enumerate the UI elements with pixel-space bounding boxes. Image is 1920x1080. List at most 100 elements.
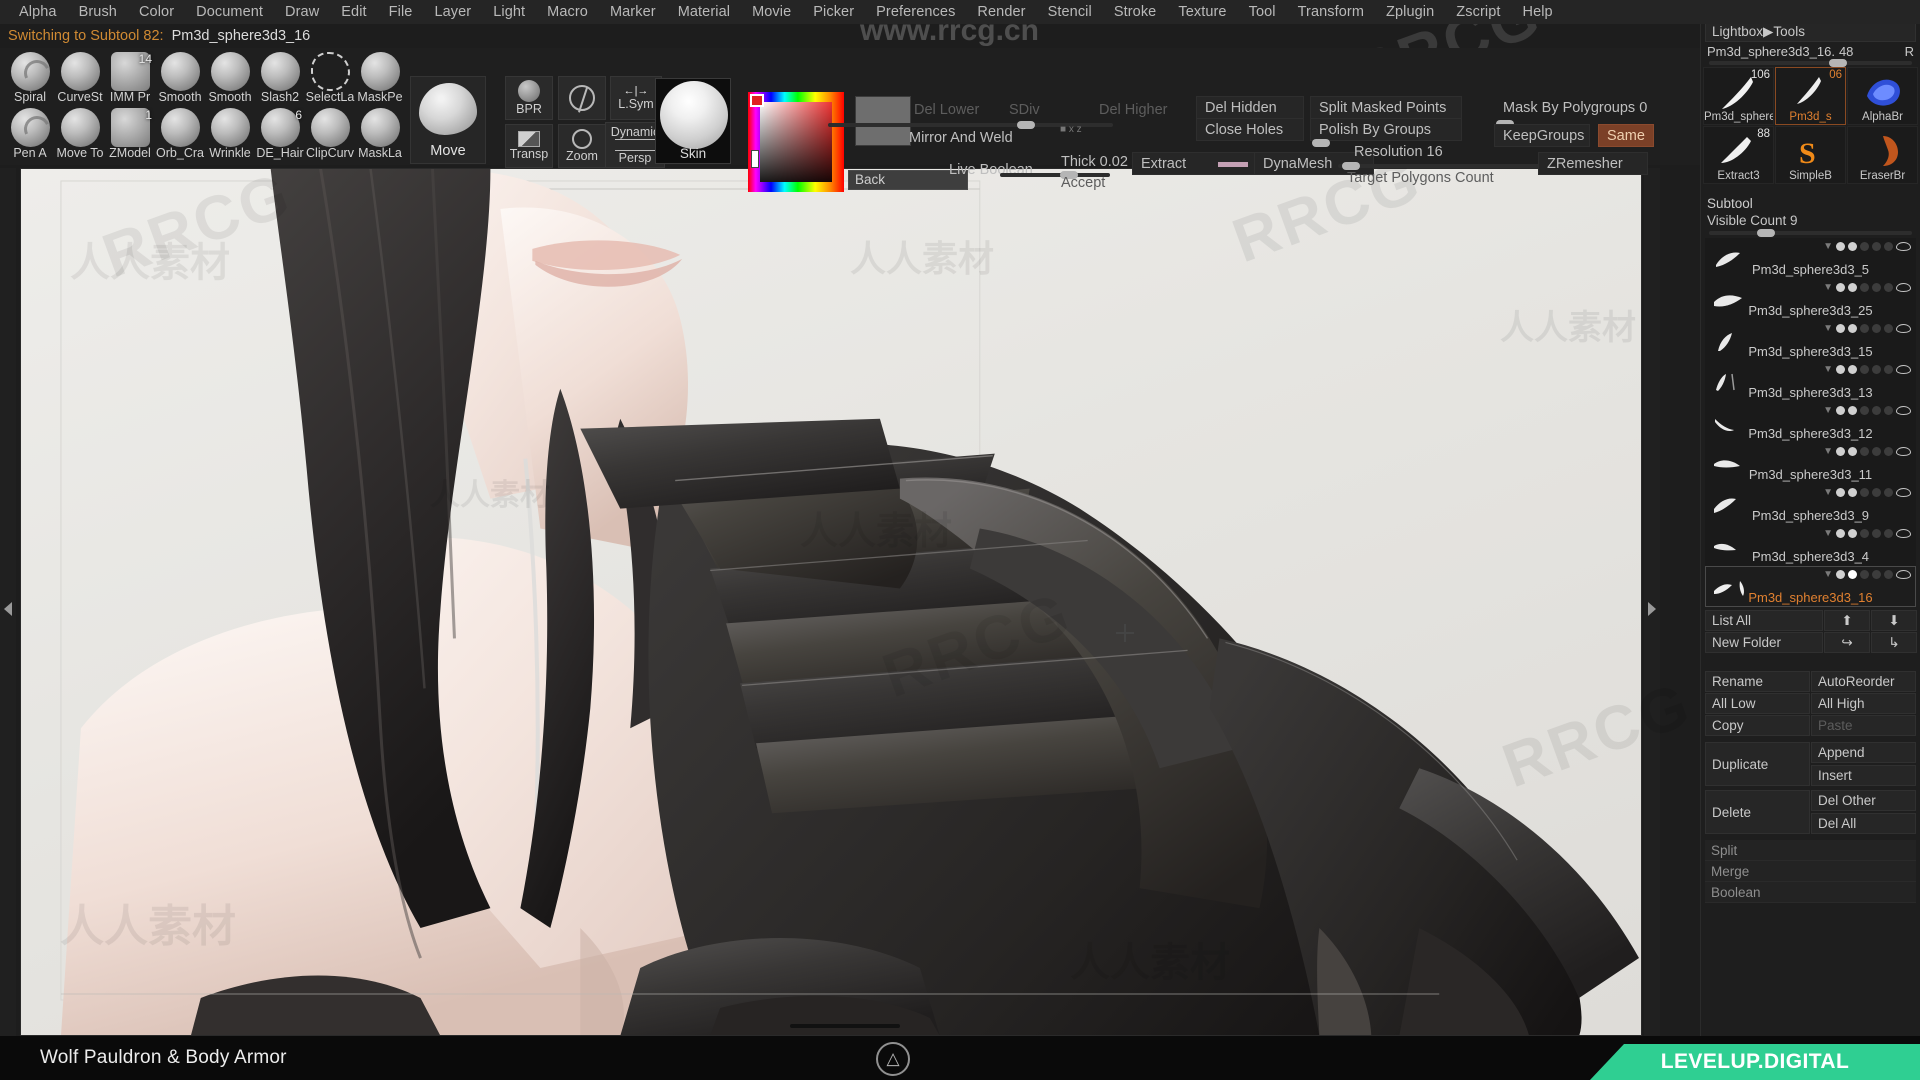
visible-count-slider-track[interactable] — [1709, 229, 1912, 237]
eye-visibility-icon[interactable] — [1896, 324, 1911, 333]
move-down-button[interactable]: ⬇ — [1871, 610, 1917, 631]
subtool-icon-row[interactable]: ▼ — [1823, 569, 1911, 580]
del-higher-button[interactable]: Del Higher — [1090, 98, 1177, 121]
tool-eraserbrush[interactable]: EraserBr — [1847, 126, 1918, 184]
move-into-folder-button[interactable]: ↪ — [1824, 632, 1870, 653]
menu-item-render[interactable]: Render — [966, 1, 1036, 23]
subtool-item[interactable]: ▼ Pm3d_sphere3d3_4 — [1705, 525, 1916, 566]
sdiv-slider-label[interactable]: SDiv — [1000, 98, 1049, 121]
brush-slash2[interactable]: Slash2 — [254, 50, 304, 106]
mask-by-polygroups-button[interactable]: Mask By Polygroups 0 — [1494, 96, 1656, 119]
menu-item-color[interactable]: Color — [128, 1, 185, 23]
transparency-icon[interactable] — [1872, 365, 1881, 374]
thick-slider-label[interactable]: Thick 0.02 — [1052, 150, 1137, 173]
color-hue-slider-handle[interactable] — [751, 150, 759, 168]
menu-item-picker[interactable]: Picker — [802, 1, 865, 23]
arrow-down-icon[interactable]: ▼ — [1823, 282, 1833, 293]
arrow-down-icon[interactable]: ▼ — [1823, 446, 1833, 457]
subtool-item[interactable]: ▼ Pm3d_sphere3d3_9 — [1705, 484, 1916, 525]
menu-item-brush[interactable]: Brush — [68, 1, 128, 23]
subtool-item[interactable]: ▼ Pm3d_sphere3d3_25 — [1705, 279, 1916, 320]
polish-slider-knob[interactable] — [1312, 139, 1330, 147]
menu-item-edit[interactable]: Edit — [330, 1, 377, 23]
list-all-button[interactable]: List All — [1705, 610, 1823, 631]
subtool-icon-row[interactable]: ▼ — [1823, 405, 1911, 416]
target-polygons-count-label[interactable]: Target Polygons Count — [1338, 166, 1503, 189]
insert-button[interactable]: Insert — [1811, 764, 1916, 786]
right-canvas-rail[interactable] — [1644, 168, 1660, 1036]
polish-by-groups-button[interactable]: Polish By Groups — [1310, 118, 1462, 141]
visible-count-slider-knob[interactable] — [1757, 229, 1775, 237]
menu-item-document[interactable]: Document — [185, 1, 274, 23]
smt-toggle-icon[interactable] — [1848, 283, 1857, 292]
menu-item-layer[interactable]: Layer — [423, 1, 482, 23]
eye-visibility-icon[interactable] — [1896, 570, 1911, 579]
zremesher-button[interactable]: ZRemesher — [1538, 152, 1648, 175]
same-button[interactable]: Same — [1598, 124, 1654, 147]
paint-toggle-icon[interactable] — [1836, 488, 1845, 497]
canvas-scroll-indicator[interactable] — [790, 1024, 900, 1028]
menu-item-material[interactable]: Material — [667, 1, 741, 23]
tool-simplebrush[interactable]: S SimpleB — [1775, 126, 1846, 184]
close-holes-button[interactable]: Close Holes — [1196, 118, 1304, 141]
paint-toggle-icon[interactable] — [1836, 447, 1845, 456]
del-all-button[interactable]: Del All — [1811, 812, 1916, 834]
subtool-icon-row[interactable]: ▼ — [1823, 282, 1911, 293]
menu-item-marker[interactable]: Marker — [599, 1, 667, 23]
color-picker[interactable] — [748, 92, 844, 192]
delete-button[interactable]: Delete — [1705, 790, 1810, 834]
split-section-button[interactable]: Split — [1705, 840, 1916, 861]
eye-visibility-icon[interactable] — [1896, 488, 1911, 497]
left-canvas-rail[interactable] — [0, 168, 16, 1036]
subtool-item[interactable]: ▼ Pm3d_sphere3d3_15 — [1705, 320, 1916, 361]
paint-toggle-icon[interactable] — [1836, 365, 1845, 374]
polypaint-icon[interactable] — [1860, 283, 1869, 292]
brush-clipcurve[interactable]: ClipCurv — [304, 106, 354, 162]
brush-maskpen[interactable]: MaskPe — [354, 50, 404, 106]
all-high-button[interactable]: All High — [1811, 693, 1916, 714]
del-lower-button[interactable]: Del Lower — [905, 98, 988, 121]
polypaint-icon[interactable] — [1860, 529, 1869, 538]
transparency-icon[interactable] — [1872, 283, 1881, 292]
magnet-icon[interactable] — [1884, 488, 1893, 497]
subtool-item-selected[interactable]: ▼ Pm3d_sphere3d3_16 — [1705, 566, 1916, 607]
menu-item-stroke[interactable]: Stroke — [1103, 1, 1168, 23]
brush-pen-a[interactable]: Pen A — [4, 106, 54, 162]
mirror-axis-icons[interactable]: ■ x z — [1060, 124, 1082, 135]
smt-toggle-icon[interactable] — [1848, 488, 1857, 497]
polypaint-icon[interactable] — [1860, 570, 1869, 579]
magnet-icon[interactable] — [1884, 406, 1893, 415]
expand-right-arrow-icon[interactable] — [1648, 602, 1656, 616]
subtool-icon-row[interactable]: ▼ — [1823, 241, 1911, 252]
smt-toggle-icon[interactable] — [1848, 529, 1857, 538]
smt-toggle-icon[interactable] — [1848, 324, 1857, 333]
smt-toggle-icon[interactable] — [1848, 570, 1857, 579]
polypaint-icon[interactable] — [1860, 488, 1869, 497]
polypaint-icon[interactable] — [1860, 365, 1869, 374]
append-button[interactable]: Append — [1811, 742, 1916, 763]
subtool-icon-row[interactable]: ▼ — [1823, 487, 1911, 498]
transparency-icon[interactable] — [1872, 324, 1881, 333]
arrow-down-icon[interactable]: ▼ — [1823, 323, 1833, 334]
polypaint-icon[interactable] — [1860, 447, 1869, 456]
smt-toggle-icon[interactable] — [1848, 406, 1857, 415]
resolution-slider-label[interactable]: Resolution 16 — [1345, 140, 1452, 163]
keepgroups-button[interactable]: KeepGroups — [1494, 124, 1590, 147]
smt-toggle-icon[interactable] — [1848, 365, 1857, 374]
paint-toggle-icon[interactable] — [1836, 406, 1845, 415]
arrow-down-icon[interactable]: ▼ — [1823, 528, 1833, 539]
tool-pm3d-sphere3d[interactable]: 106 Pm3d_sphere3d — [1703, 67, 1774, 125]
smt-toggle-icon[interactable] — [1848, 447, 1857, 456]
new-folder-button[interactable]: New Folder — [1705, 632, 1823, 653]
arrow-down-icon[interactable]: ▼ — [1823, 405, 1833, 416]
subtool-item[interactable]: ▼ Pm3d_sphere3d3_5 — [1705, 238, 1916, 279]
tool-slider-knob[interactable] — [1829, 59, 1847, 67]
bpr-render-button[interactable]: BPR — [505, 76, 553, 120]
polypaint-icon[interactable] — [1860, 242, 1869, 251]
eye-visibility-icon[interactable] — [1896, 406, 1911, 415]
live-boolean-button[interactable]: Live Boolean — [940, 158, 1042, 181]
paint-toggle-icon[interactable] — [1836, 570, 1845, 579]
brush-curvestrap[interactable]: CurveSt — [54, 50, 104, 106]
transparency-icon[interactable] — [1872, 242, 1881, 251]
menu-item-zscript[interactable]: Zscript — [1445, 1, 1511, 23]
